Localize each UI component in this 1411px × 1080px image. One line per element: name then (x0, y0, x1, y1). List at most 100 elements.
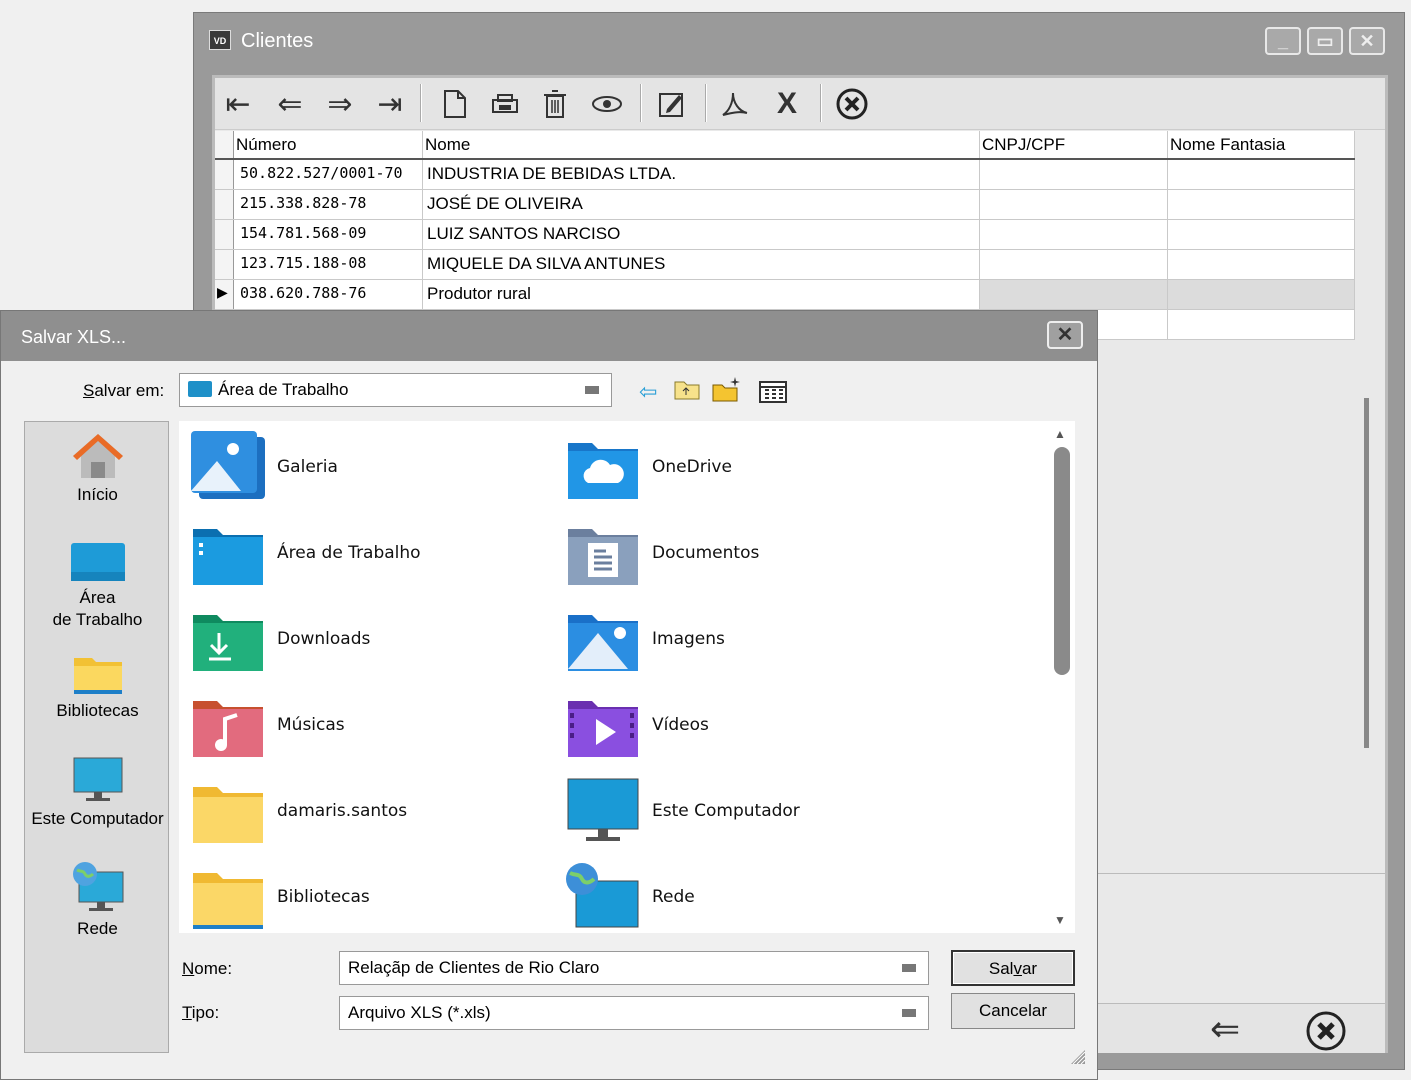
cell-fantasia[interactable] (1168, 220, 1355, 249)
close-circle-icon[interactable] (1305, 1010, 1347, 1061)
edit-icon[interactable] (652, 84, 692, 124)
file-item-galeria[interactable]: Galeria (179, 421, 539, 505)
back-icon[interactable]: ⇦ (639, 379, 657, 405)
excel-export-icon[interactable]: X (767, 84, 807, 124)
file-item-onedrive[interactable]: OneDrive (554, 421, 914, 505)
cell-nome[interactable]: Produtor rural (423, 280, 980, 309)
column-header-nome[interactable]: Nome (423, 131, 980, 158)
dropdown-arrow-icon[interactable] (902, 1009, 916, 1017)
save-button[interactable]: Salvar (951, 950, 1075, 986)
close-window-button[interactable]: ✕ (1349, 27, 1385, 55)
cell-nome[interactable]: JOSÉ DE OLIVEIRA (423, 190, 980, 219)
cell-numero[interactable]: 154.781.568-09 (234, 220, 423, 249)
file-item-este-computador[interactable]: Este Computador (554, 765, 914, 849)
previous-record-icon[interactable]: ⇐ (270, 84, 310, 124)
pdf-icon[interactable] (715, 84, 755, 124)
place-este-computador[interactable]: Este Computador (25, 756, 170, 829)
save-label-part: ar (1021, 959, 1038, 978)
row-indicator[interactable] (215, 190, 234, 219)
table-row[interactable]: 123.715.188-08 MIQUELE DA SILVA ANTUNES (215, 250, 1355, 280)
resize-grip-icon[interactable] (1067, 1046, 1087, 1071)
cell-fantasia[interactable] (1168, 250, 1355, 279)
file-item-area-de-trabalho[interactable]: Área de Trabalho (179, 507, 539, 591)
cell-fantasia[interactable] (1168, 190, 1355, 219)
place-inicio[interactable]: Início (25, 430, 170, 505)
table-row[interactable]: 50.822.527/0001-70 INDUSTRIA DE BEBIDAS … (215, 160, 1355, 190)
cell-fantasia[interactable] (1168, 160, 1355, 189)
place-area-de-trabalho[interactable]: Área de Trabalho (25, 542, 170, 631)
dropdown-arrow-icon[interactable] (902, 964, 916, 972)
place-rede[interactable]: Rede (25, 860, 170, 939)
view-eye-icon[interactable] (587, 84, 627, 124)
label-text: ome: (194, 959, 233, 978)
view-menu-icon[interactable] (759, 381, 787, 408)
row-indicator[interactable] (215, 250, 234, 279)
filetype-dropdown[interactable]: Arquivo XLS (*.xls) (339, 996, 929, 1030)
dialog-close-button[interactable]: ✕ (1047, 321, 1083, 349)
cell-empty[interactable] (1168, 310, 1355, 339)
scroll-thumb[interactable] (1054, 447, 1070, 675)
label-text: alvar em: (94, 381, 165, 400)
save-in-dropdown[interactable]: Área de Trabalho (179, 373, 612, 407)
file-item-rede[interactable]: Rede (554, 851, 914, 933)
cell-numero[interactable]: 038.620.788-76 (234, 280, 423, 309)
back-arrow-icon[interactable]: ⇐ (1210, 1008, 1240, 1050)
file-item-documentos[interactable]: Documentos (554, 507, 914, 591)
print-icon[interactable] (485, 84, 525, 124)
new-document-icon[interactable] (435, 84, 475, 124)
cell-cnpj[interactable] (980, 220, 1168, 249)
file-list-scrollbar[interactable]: ▲ ▼ (1049, 421, 1075, 933)
scroll-down-icon[interactable]: ▼ (1054, 913, 1066, 927)
last-record-icon[interactable]: ⇥ (370, 84, 410, 124)
cell-fantasia[interactable] (1168, 280, 1355, 309)
place-bibliotecas[interactable]: Bibliotecas (25, 654, 170, 721)
cell-numero[interactable]: 215.338.828-78 (234, 190, 423, 219)
dropdown-arrow-icon[interactable] (585, 386, 599, 394)
cancel-circle-icon[interactable] (832, 84, 872, 124)
cell-nome[interactable]: MIQUELE DA SILVA ANTUNES (423, 250, 980, 279)
dialog-titlebar[interactable]: Salvar XLS... ✕ (1, 311, 1097, 361)
table-scrollbar[interactable] (1364, 398, 1369, 748)
row-indicator[interactable] (215, 160, 234, 189)
file-item-musicas[interactable]: Músicas (179, 679, 539, 763)
minimize-button[interactable]: _ (1265, 27, 1301, 55)
maximize-button[interactable]: ▭ (1307, 27, 1343, 55)
filetype-value: Arquivo XLS (*.xls) (348, 1003, 491, 1022)
table-row-selected[interactable]: ▶ 038.620.788-76 Produtor rural (215, 280, 1355, 310)
row-indicator[interactable] (215, 220, 234, 249)
up-folder-icon[interactable] (673, 377, 701, 406)
toolbar: ⇤ ⇐ ⇒ ⇥ X (215, 78, 1385, 130)
cancel-button[interactable]: Cancelar (951, 993, 1075, 1029)
cell-cnpj[interactable] (980, 160, 1168, 189)
file-name: Galeria (277, 457, 338, 477)
cell-nome[interactable]: LUIZ SANTOS NARCISO (423, 220, 980, 249)
cell-cnpj[interactable] (980, 280, 1168, 309)
column-header-numero[interactable]: Número (234, 131, 423, 158)
app-icon: VD (209, 30, 231, 50)
scroll-up-icon[interactable]: ▲ (1054, 427, 1066, 441)
delete-trash-icon[interactable] (535, 84, 575, 124)
file-item-user-folder[interactable]: damaris.santos (179, 765, 539, 849)
places-bar: Início Área de Trabalho Bibliotecas Este… (24, 421, 169, 1053)
network-icon (72, 862, 123, 911)
file-item-bibliotecas[interactable]: Bibliotecas (179, 851, 539, 933)
file-item-imagens[interactable]: Imagens (554, 593, 914, 677)
table-row[interactable]: 154.781.568-09 LUIZ SANTOS NARCISO (215, 220, 1355, 250)
cell-nome[interactable]: INDUSTRIA DE BEBIDAS LTDA. (423, 160, 980, 189)
file-name: Bibliotecas (277, 887, 370, 907)
next-record-icon[interactable]: ⇒ (320, 84, 360, 124)
new-folder-icon[interactable] (711, 375, 743, 408)
clientes-titlebar[interactable]: VD Clientes _ ▭ ✕ (194, 13, 1404, 71)
row-pointer-icon[interactable]: ▶ (215, 280, 234, 309)
filename-input[interactable]: Relaçãp de Clientes de Rio Claro (339, 951, 929, 985)
cell-cnpj[interactable] (980, 250, 1168, 279)
column-header-cnpj[interactable]: CNPJ/CPF (980, 131, 1168, 158)
column-header-nome-fantasia[interactable]: Nome Fantasia (1168, 131, 1355, 158)
cell-numero[interactable]: 123.715.188-08 (234, 250, 423, 279)
file-item-videos[interactable]: Vídeos (554, 679, 914, 763)
cell-numero[interactable]: 50.822.527/0001-70 (234, 160, 423, 189)
first-record-icon[interactable]: ⇤ (218, 84, 258, 124)
cell-cnpj[interactable] (980, 190, 1168, 219)
table-row[interactable]: 215.338.828-78 JOSÉ DE OLIVEIRA (215, 190, 1355, 220)
file-item-downloads[interactable]: Downloads (179, 593, 539, 677)
